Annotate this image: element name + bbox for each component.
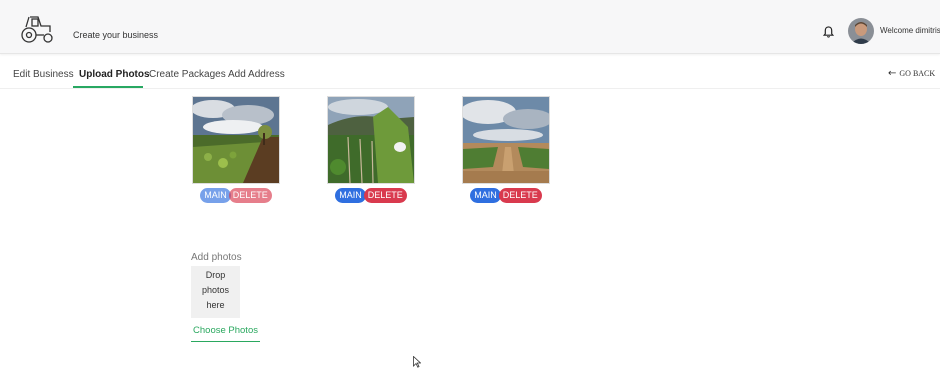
set-main-button[interactable]: MAIN	[470, 188, 501, 203]
bell-icon[interactable]	[823, 26, 834, 38]
photo-dropzone[interactable]: Drop photos here	[191, 266, 240, 318]
welcome-text[interactable]: Welcome dimitris	[880, 26, 940, 35]
photo-thumbnail[interactable]	[462, 96, 550, 184]
add-photos-heading: Add photos	[191, 252, 242, 263]
avatar[interactable]	[848, 18, 874, 44]
mouse-cursor-icon	[413, 356, 421, 368]
photo-card: MAIN DELETE	[327, 96, 415, 203]
delete-photo-button[interactable]: DELETE	[498, 188, 542, 203]
photo-thumbnail[interactable]	[192, 96, 280, 184]
active-tab-indicator	[73, 86, 143, 88]
app-title: Create your business	[73, 30, 159, 40]
go-back-button[interactable]: ← GO BACK	[888, 68, 935, 79]
delete-photo-button[interactable]: DELETE	[363, 188, 407, 203]
set-main-button[interactable]: MAIN	[335, 188, 366, 203]
delete-photo-button[interactable]: DELETE	[228, 188, 272, 203]
go-back-label: GO BACK	[899, 69, 936, 78]
tractor-logo-icon[interactable]	[20, 14, 54, 44]
dropzone-text-line1: Drop photos	[201, 270, 230, 295]
tab-create-packages[interactable]: Create Packages	[149, 69, 226, 80]
set-main-button[interactable]: MAIN	[200, 188, 231, 203]
dropzone-text-line2: here	[206, 300, 225, 310]
tab-upload-photos[interactable]: Upload Photos	[79, 69, 150, 80]
business-tabs: Edit Business Upload Photos Create Packa…	[0, 62, 940, 89]
photo-card: MAIN DELETE	[192, 96, 280, 203]
tab-edit-business[interactable]: Edit Business	[13, 69, 74, 80]
arrow-left-icon: ←	[888, 68, 897, 79]
tab-add-address[interactable]: Add Address	[228, 69, 285, 80]
choose-photos-button[interactable]: Choose Photos	[191, 325, 260, 342]
top-app-bar: Create your business Welcome dimitris	[0, 0, 940, 54]
photo-card: MAIN DELETE	[462, 96, 550, 203]
photo-thumbnail[interactable]	[327, 96, 415, 184]
